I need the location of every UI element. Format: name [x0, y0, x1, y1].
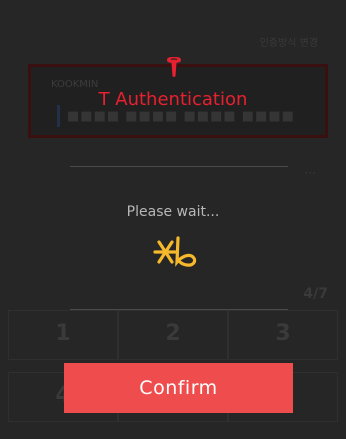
t-logo-icon: [167, 57, 181, 77]
background-counter: 4/7: [303, 286, 328, 302]
kb-star-icon: [153, 236, 197, 267]
keypad-key: 3: [228, 310, 338, 360]
modal-title: T Authentication: [98, 89, 248, 110]
card-masked-number: ■■■■ ■■■■ ■■■■ ■■■■: [67, 109, 295, 124]
confirm-button[interactable]: Confirm: [64, 363, 293, 413]
keypad-key: 2: [118, 310, 228, 360]
wait-message: Please wait...: [126, 204, 220, 220]
background-side-text: ···: [304, 166, 316, 180]
change-method-link: 인증방식 변경: [259, 38, 318, 49]
top-divider: [70, 166, 288, 167]
bottom-divider: [70, 309, 288, 310]
keypad-key: 1: [8, 310, 118, 360]
